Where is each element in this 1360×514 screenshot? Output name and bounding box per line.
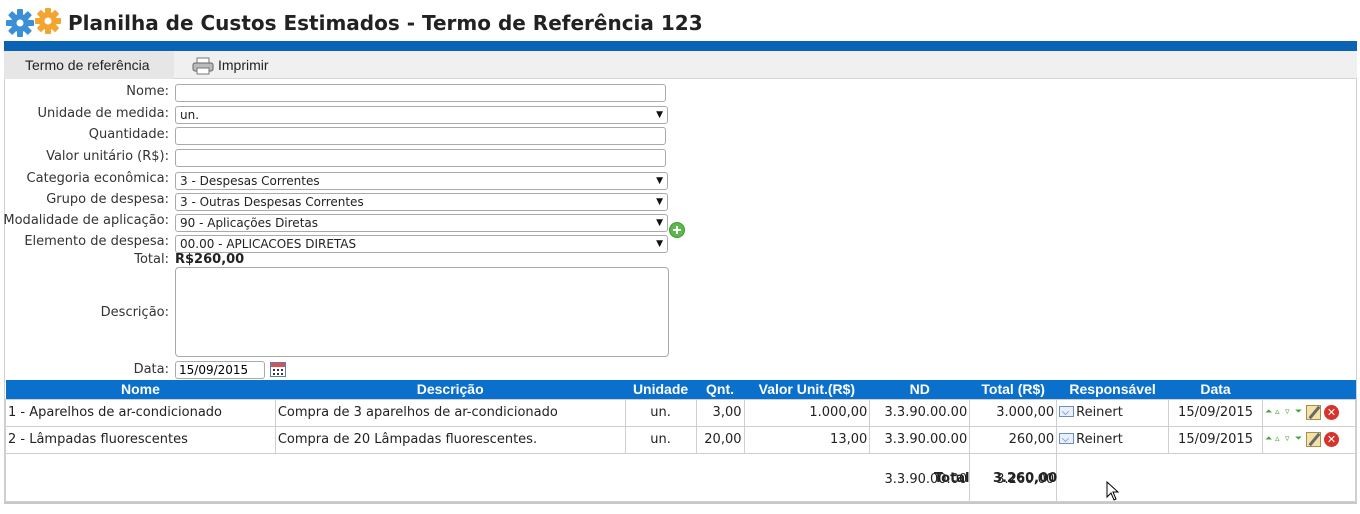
cell-total: 260,00: [969, 425, 1058, 454]
cell-total: 3.000,00: [969, 398, 1058, 427]
header-unidade[interactable]: Unidade: [625, 380, 697, 399]
items-table: Nome Descrição Unidade Qnt. Valor Unit.(…: [4, 380, 1357, 502]
quantidade-input[interactable]: [175, 127, 666, 145]
elemento-label: Elemento de despesa:: [24, 234, 169, 249]
move-top-icon[interactable]: ⏶: [1265, 408, 1274, 417]
move-top-icon[interactable]: ⏶: [1265, 435, 1274, 444]
page-title: Planilha de Custos Estimados - Termo de …: [68, 11, 703, 35]
descricao-label: Descrição:: [100, 305, 169, 320]
cell-descricao: Compra de 20 Lâmpadas fluorescentes.: [274, 425, 626, 454]
table-row: 2 - Lâmpadas fluorescentes Compra de 20 …: [5, 425, 1357, 454]
move-bottom-icon[interactable]: ⏷: [1295, 408, 1304, 417]
responsavel-name: Reinert: [1076, 432, 1123, 447]
modalidade-select[interactable]: 90 - Aplicações Diretas ▼: [175, 214, 668, 232]
responsavel-name: Reinert: [1076, 405, 1123, 420]
valor-unitario-input[interactable]: [175, 149, 666, 167]
grupo-value: 3 - Outras Despesas Correntes: [180, 195, 364, 209]
header-nd[interactable]: ND: [869, 380, 970, 399]
cell-valor-unit: 13,00: [743, 425, 871, 454]
quantidade-label: Quantidade:: [88, 127, 169, 142]
cell-nd: 3.3.90.00.00: [869, 398, 971, 427]
modalidade-value: 90 - Aplicações Diretas: [180, 216, 318, 230]
cell-nd: 3.3.90.00.00: [869, 425, 971, 454]
delete-icon[interactable]: ✕: [1323, 432, 1339, 447]
header-data[interactable]: Data: [1168, 380, 1263, 399]
header-valor-unit[interactable]: Valor Unit.(R$): [744, 380, 870, 399]
responsible-icon[interactable]: [1059, 433, 1075, 444]
edit-icon[interactable]: [1305, 405, 1321, 420]
chevron-down-icon: ▼: [656, 110, 663, 120]
chevron-down-icon: ▼: [656, 239, 663, 249]
cell-actions: ⏶ ▵ ▿ ⏷ ✕: [1261, 398, 1357, 427]
chevron-down-icon: ▼: [656, 176, 663, 186]
grupo-select[interactable]: 3 - Outras Despesas Correntes ▼: [175, 193, 668, 211]
printer-icon: [192, 56, 214, 75]
move-up-icon[interactable]: ▵: [1275, 435, 1284, 444]
menu-imprimir-label: Imprimir: [218, 57, 269, 73]
total-label: Total:: [134, 252, 169, 267]
data-input[interactable]: [175, 361, 265, 379]
gears-logo-icon: [4, 6, 66, 40]
move-down-icon[interactable]: ▿: [1285, 435, 1294, 444]
header-total[interactable]: Total (R$): [969, 380, 1057, 399]
nome-input[interactable]: [175, 84, 666, 102]
categoria-select[interactable]: 3 - Despesas Correntes ▼: [175, 172, 668, 190]
cell-nome: 2 - Lâmpadas fluorescentes: [5, 425, 276, 454]
header-responsavel[interactable]: Responsável: [1056, 380, 1169, 399]
cell-responsavel: Reinert: [1056, 398, 1170, 427]
calendar-icon[interactable]: [270, 362, 286, 377]
categoria-value: 3 - Despesas Correntes: [180, 174, 320, 188]
add-icon[interactable]: [669, 222, 685, 238]
header-qnt[interactable]: Qnt.: [696, 380, 744, 399]
main-panel: Nome: Unidade de medida: un. ▼ Quantidad…: [3, 79, 1357, 504]
delete-icon[interactable]: ✕: [1323, 405, 1339, 420]
unidade-label: Unidade de medida:: [37, 106, 169, 121]
summary-row: 3.3.90.00.00 3.260,00: [4, 452, 1356, 502]
responsible-icon[interactable]: [1059, 406, 1075, 417]
edit-icon[interactable]: [1305, 432, 1321, 447]
table-header: Nome Descrição Unidade Qnt. Valor Unit.(…: [5, 380, 1356, 399]
cell-qnt: 3,00: [695, 398, 745, 427]
grupo-label: Grupo de despesa:: [46, 192, 169, 207]
cell-actions: ⏶ ▵ ▿ ⏷ ✕: [1261, 425, 1357, 454]
header-descricao[interactable]: Descrição: [275, 380, 626, 399]
cell-data: 15/09/2015: [1168, 425, 1263, 454]
move-down-icon[interactable]: ▿: [1285, 408, 1294, 417]
categoria-label: Categoria econômica:: [26, 171, 169, 186]
cell-data: 15/09/2015: [1168, 398, 1263, 427]
cell-unidade: un.: [624, 425, 697, 454]
total-value: R$260,00: [175, 252, 245, 267]
cell-responsavel: Reinert: [1056, 425, 1170, 454]
menu-termo-de-referencia[interactable]: Termo de referência: [4, 51, 174, 79]
header-actions: [1262, 380, 1356, 399]
cell-qnt: 20,00: [695, 425, 745, 454]
cell-nome: 1 - Aparelhos de ar-condicionado: [5, 398, 276, 427]
cell-descricao: Compra de 3 aparelhos de ar-condicionado: [274, 398, 626, 427]
header-divider: [4, 41, 1357, 51]
chevron-down-icon: ▼: [656, 218, 663, 228]
table-row: 1 - Aparelhos de ar-condicionado Compra …: [5, 398, 1357, 427]
menu-imprimir[interactable]: Imprimir: [190, 51, 269, 79]
mouse-cursor-icon: [1106, 481, 1120, 501]
modalidade-label: Modalidade de aplicação:: [3, 213, 169, 228]
valor-unitario-label: Valor unitário (R$):: [46, 149, 169, 164]
chevron-down-icon: ▼: [656, 197, 663, 207]
grand-total-value: 3.260,00: [993, 471, 1058, 486]
menu-bar: Termo de referência Imprimir: [4, 51, 1357, 79]
nome-label: Nome:: [126, 84, 169, 99]
data-label: Data:: [133, 362, 169, 377]
unidade-select[interactable]: un. ▼: [175, 106, 668, 124]
elemento-value: 00.00 - APLICACOES DIRETAS: [180, 237, 357, 251]
cell-unidade: un.: [624, 398, 697, 427]
descricao-textarea[interactable]: [175, 267, 669, 357]
header-nome[interactable]: Nome: [5, 380, 276, 399]
grand-total-label: Total: [934, 471, 970, 486]
move-up-icon[interactable]: ▵: [1275, 408, 1284, 417]
unidade-value: un.: [180, 108, 200, 122]
move-bottom-icon[interactable]: ⏷: [1295, 435, 1304, 444]
cell-valor-unit: 1.000,00: [743, 398, 871, 427]
header: Planilha de Custos Estimados - Termo de …: [4, 6, 703, 40]
elemento-select[interactable]: 00.00 - APLICACOES DIRETAS ▼: [175, 235, 668, 253]
